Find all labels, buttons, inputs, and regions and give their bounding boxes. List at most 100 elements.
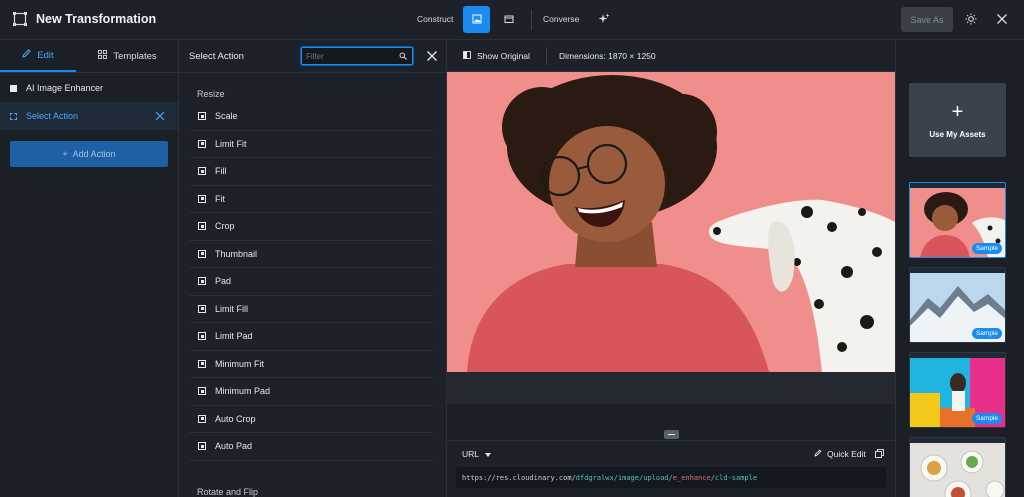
list-item[interactable]: Minimum Fit bbox=[190, 351, 433, 378]
thumbnail-header bbox=[910, 268, 1005, 273]
show-original-label: Show Original bbox=[477, 51, 530, 61]
save-as-button[interactable]: Save As bbox=[901, 7, 953, 32]
list-item[interactable]: Scale bbox=[190, 103, 433, 131]
converse-mode-label: Converse bbox=[543, 14, 580, 24]
list-item[interactable]: Thumbnail bbox=[190, 241, 433, 268]
list-item[interactable]: Limit Pad bbox=[190, 323, 433, 351]
tab-templates-label: Templates bbox=[113, 50, 157, 62]
theme-toggle-icon[interactable] bbox=[964, 12, 978, 26]
dimensions-readout: Dimensions: 1870 × 1250 bbox=[559, 51, 656, 61]
image-mode-button[interactable] bbox=[463, 6, 490, 33]
preview-toolbar: Show Original Dimensions: 1870 × 1250 bbox=[447, 40, 895, 72]
tab-edit-label: Edit bbox=[37, 49, 54, 61]
compare-icon bbox=[463, 51, 471, 61]
action-icon bbox=[198, 139, 206, 148]
list-item-label: Scale bbox=[215, 111, 238, 122]
action-icon bbox=[198, 442, 206, 451]
list-item[interactable]: Limit Fit bbox=[190, 131, 433, 158]
divider bbox=[0, 72, 178, 73]
action-icon bbox=[198, 194, 206, 203]
url-transformation: e_enhance bbox=[672, 473, 711, 482]
list-item-label: Minimum Fit bbox=[215, 358, 264, 369]
tab-templates[interactable]: Templates bbox=[76, 40, 179, 72]
use-my-assets-button[interactable]: + Use My Assets bbox=[909, 83, 1006, 157]
list-item[interactable]: Fit bbox=[190, 186, 433, 213]
divider bbox=[179, 72, 446, 73]
video-mode-button[interactable] bbox=[495, 6, 522, 33]
chevron-down-icon bbox=[485, 449, 492, 459]
url-format-dropdown[interactable]: URL bbox=[462, 449, 492, 459]
panel-title: Select Action bbox=[189, 51, 244, 62]
quick-edit-label: Quick Edit bbox=[827, 449, 866, 459]
action-icon bbox=[10, 84, 17, 92]
thumbnail-image bbox=[910, 443, 1005, 497]
construct-mode-label: Construct bbox=[417, 14, 454, 24]
grid-icon bbox=[98, 50, 108, 62]
action-icon bbox=[198, 332, 206, 341]
action-label: Select Action bbox=[26, 111, 79, 121]
list-item[interactable]: Crop bbox=[190, 213, 433, 241]
close-icon[interactable] bbox=[425, 49, 439, 63]
list-item-label: Pad bbox=[215, 276, 232, 287]
placeholder-action-icon bbox=[10, 112, 17, 120]
group-label-resize: Resize bbox=[197, 89, 225, 99]
action-label: AI Image Enhancer bbox=[26, 83, 104, 93]
list-item-label: Fit bbox=[215, 193, 225, 204]
list-item[interactable]: Pad bbox=[190, 268, 433, 296]
action-item-select-action[interactable]: Select Action bbox=[0, 102, 178, 130]
list-item[interactable]: Auto Pad bbox=[190, 433, 433, 461]
asset-thumbnail[interactable]: Sample bbox=[909, 182, 1006, 258]
asset-thumbnail[interactable]: Sample bbox=[909, 352, 1006, 428]
action-icon bbox=[198, 222, 206, 231]
thumbnail-header bbox=[910, 438, 1005, 443]
sample-badge: Sample bbox=[971, 243, 1002, 254]
action-list: Scale Limit Fit Fill Fit Crop Thumbnail … bbox=[190, 103, 433, 461]
asset-thumbnail[interactable]: Sample bbox=[909, 267, 1006, 343]
close-icon[interactable] bbox=[995, 12, 1009, 26]
select-action-panel: Select Action Resize Scale Limit Fit Fil… bbox=[179, 40, 447, 497]
pencil-icon bbox=[814, 449, 822, 459]
action-item-ai-image-enhancer[interactable]: AI Image Enhancer bbox=[0, 74, 178, 102]
page-title: New Transformation bbox=[36, 12, 157, 26]
show-original-button[interactable]: Show Original bbox=[463, 51, 530, 61]
action-icon bbox=[198, 304, 206, 313]
copy-icon[interactable] bbox=[875, 449, 884, 458]
preview-area: Show Original Dimensions: 1870 × 1250 UR… bbox=[447, 40, 895, 497]
quick-edit-button[interactable]: Quick Edit bbox=[814, 449, 866, 459]
divider bbox=[531, 10, 532, 30]
list-item[interactable]: Minimum Pad bbox=[190, 378, 433, 406]
plus-icon: + bbox=[62, 149, 68, 159]
use-my-assets-label: Use My Assets bbox=[929, 129, 986, 139]
action-icon bbox=[198, 277, 206, 286]
image-icon bbox=[472, 14, 482, 26]
url-public-id: /cld-sample bbox=[710, 473, 758, 482]
filter-input[interactable] bbox=[306, 50, 396, 62]
group-label-rotate-and-flip: Rotate and Flip bbox=[197, 487, 259, 497]
asset-thumbnail[interactable] bbox=[909, 437, 1006, 497]
list-item-label: Limit Fill bbox=[215, 303, 248, 314]
sample-badge: Sample bbox=[971, 413, 1002, 424]
list-item[interactable]: Limit Fill bbox=[190, 296, 433, 323]
list-item[interactable]: Auto Crop bbox=[190, 406, 433, 433]
add-action-button[interactable]: + Add Action bbox=[10, 141, 168, 167]
filter-field[interactable] bbox=[301, 47, 413, 65]
close-icon[interactable] bbox=[154, 110, 166, 122]
url-cloud-name: dfdgralwx bbox=[575, 473, 614, 482]
list-item-label: Limit Pad bbox=[215, 331, 253, 342]
list-item[interactable]: Fill bbox=[190, 158, 433, 186]
ai-sparkle-button[interactable] bbox=[590, 6, 617, 33]
pencil-icon bbox=[22, 49, 32, 61]
url-base: https://res.cloudinary.com/ bbox=[462, 473, 576, 482]
thumbnail-header bbox=[910, 183, 1005, 188]
top-bar: New Transformation Construct Converse Sa… bbox=[0, 0, 1024, 40]
url-bar: URL Quick Edit https://res.cloudinary.co… bbox=[447, 440, 895, 497]
left-panel: Edit Templates AI Image Enhancer Select … bbox=[0, 40, 179, 497]
search-icon bbox=[399, 52, 407, 60]
divider bbox=[546, 47, 547, 65]
url-field[interactable]: https://res.cloudinary.com/dfdgralwx/ima… bbox=[456, 467, 886, 488]
url-label: URL bbox=[462, 449, 480, 459]
resize-handle[interactable] bbox=[664, 430, 679, 439]
preview-image bbox=[447, 72, 895, 372]
transformation-icon bbox=[12, 11, 28, 27]
tab-edit[interactable]: Edit bbox=[0, 40, 76, 72]
